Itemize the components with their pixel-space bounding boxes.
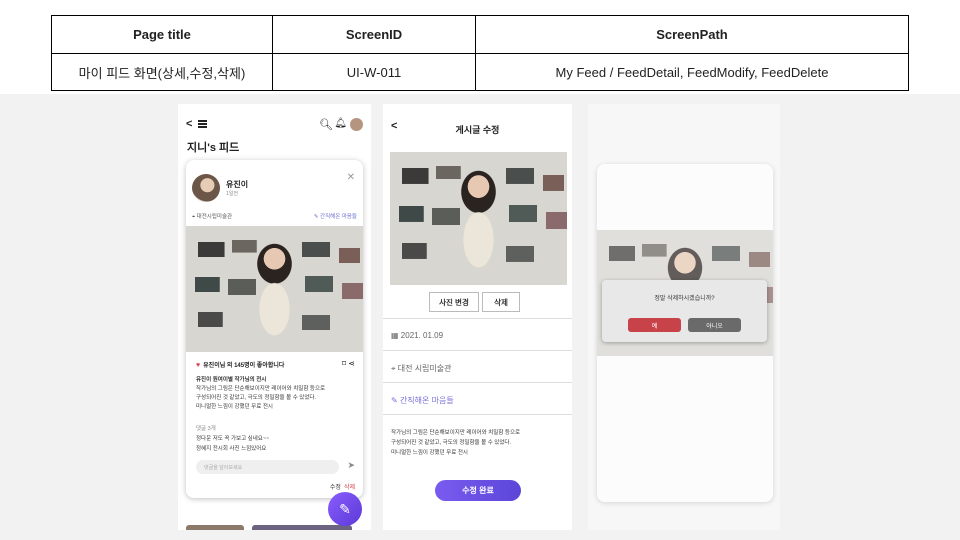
profile-avatar[interactable] — [350, 118, 363, 131]
feed-thumbnail[interactable] — [252, 525, 352, 530]
tag-icon: ✎ — [391, 396, 398, 405]
feed-delete-screen: 정말 삭제하시겠습니까? 예 아니오 — [588, 104, 780, 530]
location-field[interactable]: ⌖ 대전 시립미술관 — [383, 350, 572, 382]
confirm-yes-button[interactable]: 예 — [628, 318, 681, 332]
body-line: 작가님의 그림은 단순해보이지만 레이어와 치밀함 등으로 — [196, 386, 326, 392]
top-bar: < 🔍︎ 🔔︎ — [186, 118, 363, 132]
edit-link[interactable]: 수정 — [330, 485, 341, 491]
delete-link[interactable]: 삭제 — [344, 485, 355, 491]
screen-path-value: My Feed / FeedDetail, FeedModify, FeedDe… — [555, 64, 829, 80]
share-icon[interactable]: ⋖ — [348, 359, 355, 368]
author-avatar — [192, 174, 220, 202]
feed-thumbnail[interactable] — [186, 525, 244, 530]
confirm-no-button[interactable]: 아니오 — [688, 318, 741, 332]
mood-tag: ✎ 간직해온 마음들 — [314, 212, 357, 220]
calendar-icon: ▦ — [391, 331, 399, 340]
body-line: 유진이 원여이별 작가님의 전시 — [196, 377, 267, 383]
col-screen-id-header: ScreenID — [273, 16, 476, 53]
divider — [383, 414, 572, 415]
location-value: 대전 시립미술관 — [397, 364, 452, 373]
page-title: 게시글 수정 — [455, 125, 500, 135]
body-line: 미니멀한 느낌이 강했던 무료 전시 — [196, 404, 273, 410]
delete-photo-button[interactable]: 삭제 — [482, 292, 520, 312]
mood-field[interactable]: ✎ 간직해온 마음들 — [383, 382, 572, 414]
post-body: 유진이 원여이별 작가님의 전시 작가님의 그림은 단순해보이지만 레이어와 치… — [196, 376, 356, 412]
comment-item: 정혜지 전시회 사진 느낌있어요 — [196, 446, 267, 452]
mood-text: 간직해온 마음들 — [320, 214, 357, 220]
post-time: 1일전 — [226, 191, 238, 197]
body-textarea[interactable]: 작가님의 그림은 단순해보이지만 레이어와 치밀함 등으로 구성되어진 것 같았… — [391, 428, 566, 458]
date-field[interactable]: ▦ 2021. 01.09 — [383, 318, 572, 350]
tag-icon: ✎ — [313, 214, 319, 220]
change-photo-button[interactable]: 사진 변경 — [429, 292, 479, 312]
menu-icon[interactable] — [198, 120, 207, 128]
send-icon[interactable]: ➤ — [347, 460, 355, 471]
bookmark-icon[interactable]: ⌑ — [342, 359, 346, 368]
delete-confirm-dialog: 정말 삭제하시겠습니까? 예 아니오 — [602, 280, 767, 342]
write-fab-button[interactable]: ✎ — [328, 492, 362, 526]
like-summary: ♥ 유진이님 외 145명이 좋아합니다 — [196, 360, 284, 369]
heart-icon[interactable]: ♥ — [196, 362, 200, 369]
body-line: 구성되어진 것 같았고, 극도의 정밀함을 볼 수 있었다. — [391, 440, 512, 446]
edit-delete-links: 수정 삭제 — [330, 482, 355, 491]
mood-value: 간직해온 마음들 — [399, 396, 454, 405]
feed-detail-card: 유진이 1일전 ✕ ⌖ 대전시립미술관 ✎ 간직해온 마음들 ♥ 유진이님 외 1… — [186, 160, 363, 498]
date-value: 2021. 01.09 — [400, 331, 444, 340]
back-icon[interactable]: < — [186, 118, 192, 130]
comment-item: 정다운 저도 꼭 가보고 싶네요~~ — [196, 436, 270, 442]
screen-info-table: Page title ScreenID ScreenPath 마이 피드 화면(… — [51, 15, 909, 91]
col-screen-path-header: ScreenPath — [656, 27, 728, 42]
post-photo — [390, 152, 567, 285]
bell-icon[interactable]: 🔔︎ — [334, 118, 347, 129]
post-actions: ⌑ ⋖ — [342, 359, 355, 368]
feed-modify-screen: < 게시글 수정 사진 변경 삭제 ▦ 2021. 01.09 ⌖ 대전 시립미… — [383, 104, 572, 530]
post-photo — [186, 226, 363, 352]
save-edit-button[interactable]: 수정 완료 — [435, 480, 521, 501]
table-header-row: Page title ScreenID ScreenPath — [52, 16, 908, 53]
body-line: 미니멀한 느낌이 강했던 무료 전시 — [391, 450, 468, 456]
search-icon[interactable]: 🔍︎ — [319, 118, 333, 131]
dialog-message: 정말 삭제하시겠습니까? — [654, 296, 715, 302]
feed-detail-screen: < 🔍︎ 🔔︎ 지니's 피드 유진이 1일전 ✕ ⌖ 대전시립미술관 ✎ 간직… — [178, 104, 371, 530]
body-line: 구성되어진 것 같았고, 극도의 정밀함을 볼 수 있었다. — [196, 395, 317, 401]
location-text: 대전시립미술관 — [196, 214, 233, 220]
screen-id-value: UI-W-011 — [273, 54, 476, 90]
page-title: 지니's 피드 — [187, 142, 240, 154]
likes-text: 유진이님 외 145명이 좋아합니다 — [203, 363, 285, 369]
comment-input[interactable]: 댓글을 달아보세요 — [196, 460, 339, 474]
location-label: ⌖ 대전시립미술관 — [192, 212, 232, 221]
author-name: 유진이 — [226, 180, 249, 189]
pencil-icon: ✎ — [339, 500, 351, 517]
comment-count: 댓글 3개 — [196, 426, 216, 432]
pin-icon: ⌖ — [391, 364, 396, 373]
table-value-row: 마이 피드 화면(상세,수정,삭제) UI-W-011 My Feed / Fe… — [52, 53, 908, 90]
pin-icon: ⌖ — [192, 214, 196, 220]
col-page-title-header: Page title — [52, 16, 273, 53]
close-icon[interactable]: ✕ — [347, 172, 355, 183]
page-title-value: 마이 피드 화면(상세,수정,삭제) — [52, 54, 273, 90]
body-line: 작가님의 그림은 단순해보이지만 레이어와 치밀함 등으로 — [391, 430, 521, 436]
